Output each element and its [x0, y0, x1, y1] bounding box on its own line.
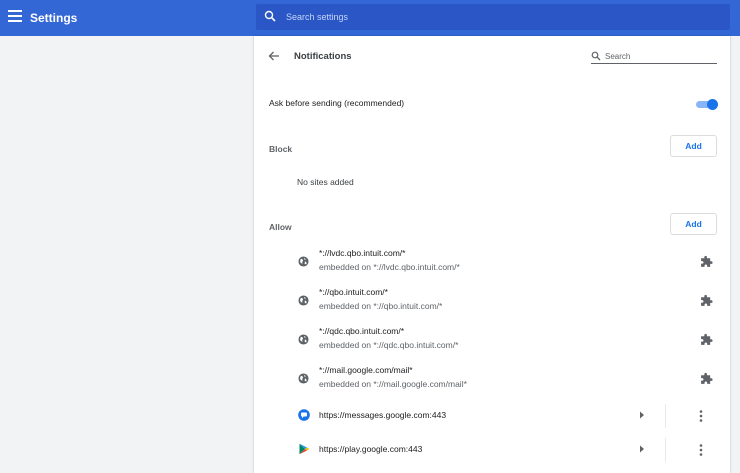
more-vert-icon[interactable] — [695, 442, 707, 458]
block-section-label: Block — [269, 144, 293, 154]
extension-icon[interactable] — [700, 372, 713, 385]
notifications-card: Notifications Ask before sending (recomm… — [254, 36, 730, 473]
site-pattern: https://messages.google.com:443 — [319, 410, 447, 420]
divider — [665, 438, 666, 462]
globe-icon — [298, 334, 309, 345]
site-pattern: https://play.google.com:443 — [319, 444, 423, 454]
list-item[interactable]: https://play.google.com:443 — [290, 435, 722, 465]
list-item[interactable]: *://lvdc.qbo.intuit.com/* embedded on *:… — [290, 243, 722, 281]
top-bar: Settings — [0, 0, 740, 36]
chevron-right-icon[interactable] — [639, 411, 645, 419]
ask-before-sending-toggle[interactable] — [696, 99, 718, 110]
list-item[interactable]: *://qdc.qbo.intuit.com/* embedded on *:/… — [290, 321, 722, 359]
page-title: Notifications — [294, 51, 352, 62]
extension-icon[interactable] — [700, 255, 713, 268]
site-pattern: *://qdc.qbo.intuit.com/* — [319, 326, 405, 336]
extension-icon[interactable] — [700, 294, 713, 307]
site-pattern: *://lvdc.qbo.intuit.com/* — [319, 248, 406, 258]
globe-icon — [298, 256, 309, 267]
chevron-right-icon[interactable] — [639, 445, 645, 453]
list-item[interactable]: https://messages.google.com:443 — [290, 401, 722, 431]
site-pattern: *://mail.google.com/mail* — [319, 365, 413, 375]
messages-icon — [298, 409, 310, 421]
notifications-search[interactable] — [591, 50, 717, 64]
block-empty-text: No sites added — [297, 177, 354, 187]
search-icon — [591, 51, 601, 61]
app-title: Settings — [30, 11, 78, 25]
allow-section-label: Allow — [269, 222, 292, 232]
list-item[interactable]: *://qbo.intuit.com/* embedded on *://qbo… — [290, 282, 722, 320]
divider — [665, 404, 666, 428]
notifications-search-input[interactable] — [605, 50, 713, 62]
globe-icon — [298, 295, 309, 306]
extension-icon[interactable] — [700, 333, 713, 346]
list-item[interactable]: *://mail.google.com/mail* embedded on *:… — [290, 360, 722, 398]
allow-add-button[interactable]: Add — [670, 213, 717, 235]
site-embedded: embedded on *://lvdc.qbo.intuit.com/* — [319, 262, 460, 272]
back-arrow-icon[interactable] — [268, 50, 280, 62]
menu-icon[interactable] — [8, 10, 22, 24]
search-settings-bar[interactable] — [256, 4, 730, 30]
site-embedded: embedded on *://qdc.qbo.intuit.com/* — [319, 340, 459, 350]
globe-icon — [298, 373, 309, 384]
site-embedded: embedded on *://mail.google.com/mail* — [319, 379, 467, 389]
search-icon — [264, 10, 276, 22]
site-embedded: embedded on *://qbo.intuit.com/* — [319, 301, 443, 311]
sidebar — [0, 36, 254, 473]
search-settings-input[interactable] — [286, 8, 716, 26]
site-pattern: *://qbo.intuit.com/* — [319, 287, 388, 297]
play-store-icon — [299, 443, 310, 455]
ask-before-sending-label: Ask before sending (recommended) — [269, 98, 405, 108]
more-vert-icon[interactable] — [695, 408, 707, 424]
block-add-button[interactable]: Add — [670, 135, 717, 157]
